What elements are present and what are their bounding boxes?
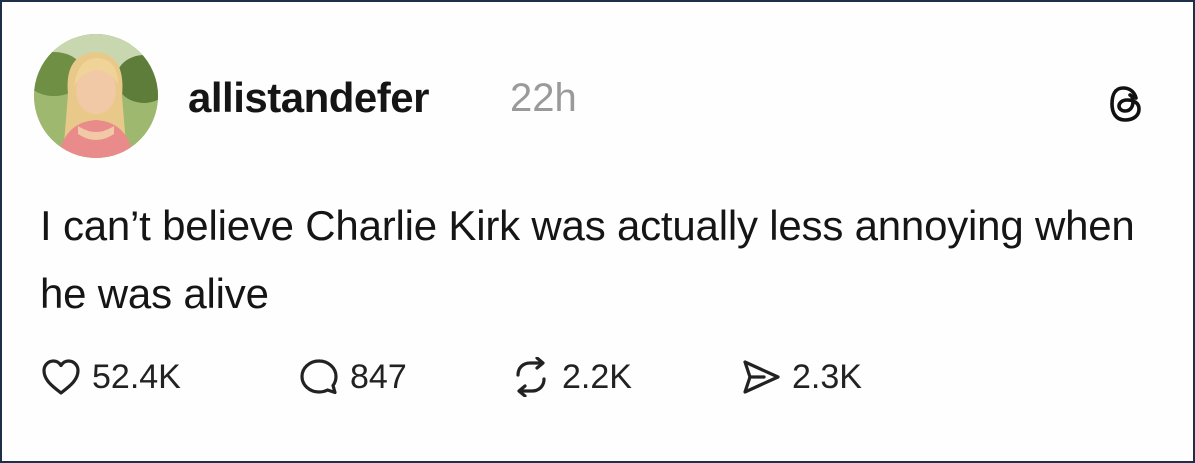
like-count: 52.4K — [92, 358, 181, 396]
share-button[interactable]: 2.3K — [740, 357, 940, 397]
threads-post-card: allistandefer 22h I can’t believe Charli… — [0, 0, 1195, 463]
send-icon — [743, 360, 780, 394]
heart-icon — [42, 359, 80, 395]
user-avatar[interactable] — [34, 34, 158, 158]
post-timestamp: 22h — [510, 76, 577, 120]
avatar-photo-icon — [34, 34, 158, 158]
post-body-text: I can’t believe Charlie Kirk was actuall… — [40, 202, 1135, 317]
share-count: 2.3K — [792, 358, 862, 396]
repost-arrows-icon — [516, 357, 546, 397]
repost-button[interactable]: 2.2K — [510, 357, 740, 397]
repost-count: 2.2K — [562, 358, 632, 396]
post-actions-bar: 52.4K 847 2.2K 2.3K — [40, 352, 940, 402]
like-button[interactable]: 52.4K — [40, 357, 298, 397]
reply-button[interactable]: 847 — [298, 357, 510, 397]
post-username[interactable]: allistandefer — [188, 73, 429, 123]
threads-logo-icon[interactable] — [1109, 84, 1145, 124]
reply-count: 847 — [350, 358, 407, 396]
comment-bubble-icon — [300, 359, 338, 395]
